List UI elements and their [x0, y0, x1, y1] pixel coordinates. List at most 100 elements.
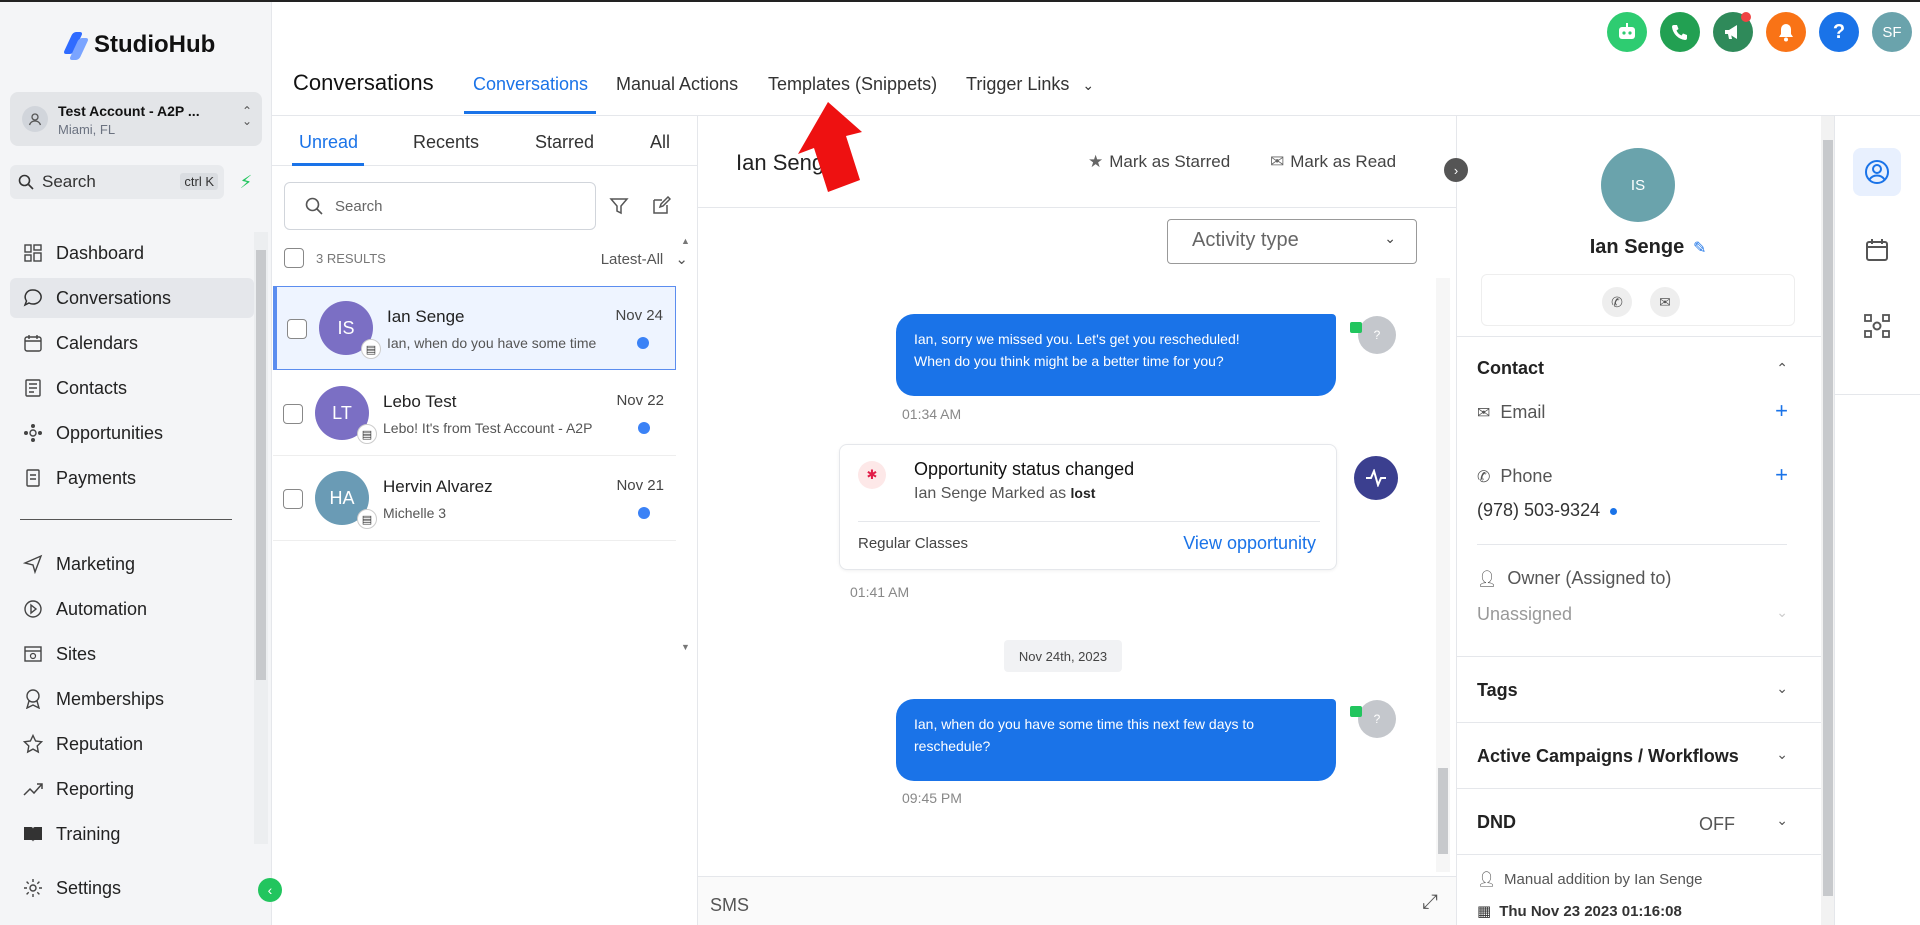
sidebar-scroll-thumb[interactable] — [256, 250, 266, 680]
email-field-label: ✉ Email — [1477, 402, 1545, 423]
grid-icon — [22, 242, 44, 264]
scroll-up-icon[interactable]: ▲ — [681, 236, 690, 246]
scroll-down-icon[interactable]: ▼ — [681, 642, 690, 652]
compose-icon[interactable] — [651, 195, 672, 222]
sidebar-item-contacts[interactable]: Contacts — [10, 368, 254, 408]
contact-scroll-thumb[interactable] — [1823, 140, 1833, 896]
mark-read-button[interactable]: ✉ Mark as Read — [1270, 152, 1396, 172]
expand-icon[interactable]: ⤢ — [1422, 891, 1438, 914]
add-phone-button[interactable]: + — [1775, 462, 1788, 488]
contact-section-title[interactable]: Contact — [1477, 358, 1544, 379]
sender-avatar-label: ? — [1373, 712, 1381, 726]
conversation-checkbox[interactable] — [283, 489, 303, 509]
sidebar-item-opportunities[interactable]: Opportunities — [10, 413, 254, 453]
conversation-item[interactable]: HA ▤ Hervin Alvarez Michelle 3 Nov 21 — [273, 457, 676, 541]
tab-starred[interactable]: Starred — [535, 132, 594, 153]
envelope-icon: ✉ — [1477, 404, 1491, 422]
message-text: When do you think might be a better time… — [914, 353, 1224, 369]
quick-actions-bolt-icon[interactable]: ⚡ — [230, 165, 262, 199]
mark-starred-button[interactable]: ★ Mark as Starred — [1088, 152, 1230, 172]
message-composer[interactable]: SMS ⤢ — [698, 876, 1456, 925]
contact-quick-actions: ✆ ✉ — [1481, 274, 1795, 326]
list-scrollbar[interactable]: ▲ ▼ — [678, 236, 692, 652]
contact-profile-icon[interactable] — [1853, 148, 1901, 196]
conversation-date: Nov 21 — [616, 477, 664, 494]
tab-all[interactable]: All — [650, 132, 670, 153]
chevron-down-icon[interactable]: ⌄ — [1776, 746, 1788, 763]
conversation-item[interactable]: IS ▤ Ian Senge Ian, when do you have som… — [273, 286, 676, 370]
conversation-date: Nov 24 — [615, 307, 663, 324]
conversation-item[interactable]: LT ▤ Lebo Test Lebo! It's from Test Acco… — [273, 372, 676, 456]
right-rail — [1834, 116, 1920, 925]
bot-icon[interactable] — [1607, 12, 1647, 52]
global-search-button[interactable]: Search ctrl K — [10, 165, 224, 199]
phone-icon[interactable] — [1660, 12, 1700, 52]
user-avatar[interactable]: SF — [1872, 12, 1912, 52]
sidebar-item-sites[interactable]: Sites — [10, 634, 254, 674]
unread-dot — [637, 337, 649, 349]
chevron-down-icon[interactable]: ⌄ — [1776, 680, 1788, 697]
filter-icon[interactable] — [609, 196, 629, 222]
search-icon — [18, 174, 34, 190]
app-window: StudioHub Test Account - A2P ... Miami, … — [0, 0, 1920, 925]
account-switcher[interactable]: Test Account - A2P ... Miami, FL ⌃ ⌄ — [10, 92, 262, 146]
view-opportunity-link[interactable]: View opportunity — [1183, 533, 1316, 554]
calendar-icon[interactable] — [1853, 226, 1901, 274]
chat-scrollbar[interactable] — [1436, 278, 1450, 872]
conversation-checkbox[interactable] — [283, 404, 303, 424]
sidebar-item-dashboard[interactable]: Dashboard — [10, 233, 254, 273]
active-tab-indicator — [464, 111, 596, 114]
sidebar-item-calendars[interactable]: Calendars — [10, 323, 254, 363]
sidebar-item-conversations[interactable]: Conversations — [10, 278, 254, 318]
email-icon[interactable]: ✉ — [1650, 287, 1680, 317]
bell-icon[interactable] — [1766, 12, 1806, 52]
sidebar-scrollbar[interactable] — [254, 232, 268, 844]
notification-dot — [1741, 12, 1751, 22]
sidebar-item-label: Contacts — [56, 377, 128, 398]
help-icon[interactable]: ? — [1819, 12, 1859, 52]
chevron-right-icon[interactable]: › — [1444, 158, 1468, 182]
chat-scroll-thumb[interactable] — [1438, 768, 1448, 854]
sort-dropdown[interactable]: Latest-All ⌄ — [601, 250, 688, 268]
app-logo[interactable]: StudioHub — [62, 30, 215, 60]
contact-scrollbar[interactable] — [1821, 116, 1835, 925]
star-icon: ★ — [1088, 152, 1104, 171]
calendar-icon: ▦ — [1477, 903, 1492, 920]
sidebar-item-marketing[interactable]: Marketing — [10, 544, 254, 584]
chevron-down-icon[interactable]: ⌄ — [1776, 812, 1788, 829]
campaigns-section-title[interactable]: Active Campaigns / Workflows — [1477, 746, 1739, 767]
tab-conversations[interactable]: Conversations — [473, 74, 588, 95]
tab-manual-actions[interactable]: Manual Actions — [616, 74, 738, 95]
sidebar-item-reputation[interactable]: Reputation — [10, 724, 254, 764]
tab-trigger-links[interactable]: Trigger Links ⌄ — [966, 74, 1094, 95]
conversation-filter-tabs: Unread Recents Starred All — [272, 116, 698, 166]
tab-unread[interactable]: Unread — [299, 132, 358, 153]
tab-recents[interactable]: Recents — [413, 132, 479, 153]
activity-type-select[interactable]: Activity type ⌄ — [1167, 219, 1417, 264]
select-all-checkbox[interactable] — [284, 248, 304, 268]
chat-icon — [22, 287, 44, 309]
sidebar-item-memberships[interactable]: Memberships — [10, 679, 254, 719]
owner-select[interactable]: Unassigned — [1477, 604, 1572, 625]
sidebar-item-automation[interactable]: Automation — [10, 589, 254, 629]
add-email-button[interactable]: + — [1775, 398, 1788, 424]
edit-pencil-icon[interactable]: ✎ — [1693, 238, 1706, 258]
chevron-up-icon[interactable]: ⌃ — [1776, 360, 1788, 377]
conversation-search-input[interactable]: Search — [284, 182, 596, 230]
tab-templates-snippets[interactable]: Templates (Snippets) — [768, 74, 937, 95]
phone-value[interactable]: (978) 503-9324 — [1477, 500, 1618, 521]
sidebar-item-reporting[interactable]: Reporting — [10, 769, 254, 809]
sidebar-item-training[interactable]: Training — [10, 814, 254, 854]
page-title: Conversations — [293, 70, 434, 95]
composer-channel[interactable]: SMS — [710, 895, 749, 916]
phone-icon[interactable]: ✆ — [1602, 287, 1632, 317]
tags-section-title[interactable]: Tags — [1477, 680, 1518, 701]
dnd-section-title[interactable]: DND — [1477, 812, 1516, 833]
conversation-checkbox[interactable] — [287, 319, 307, 339]
sidebar-item-payments[interactable]: Payments — [10, 458, 254, 498]
sidebar-item-settings[interactable]: Settings — [10, 868, 254, 908]
opportunities-icon[interactable] — [1853, 302, 1901, 350]
activity-pulse-icon — [1354, 456, 1398, 500]
sort-label: Latest-All — [600, 251, 664, 268]
megaphone-icon[interactable] — [1713, 12, 1753, 52]
